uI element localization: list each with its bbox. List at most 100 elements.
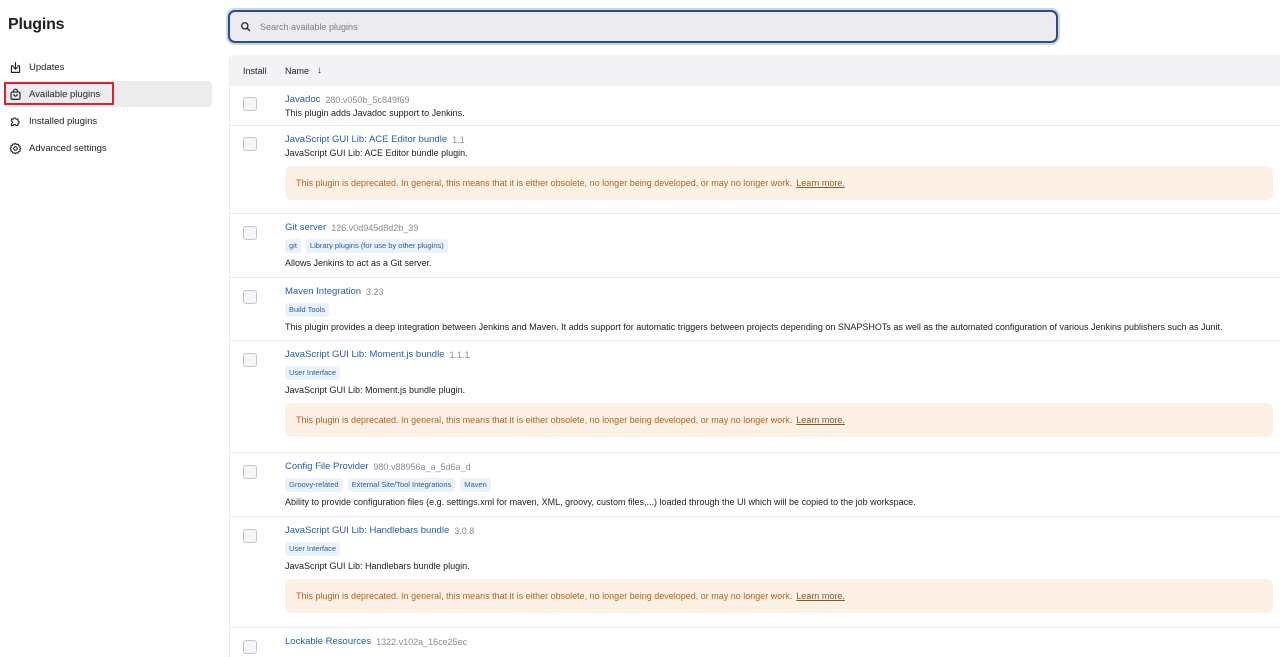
- sort-arrow-icon: ↓: [317, 65, 323, 76]
- plugin-description: Ability to provide configuration files (…: [285, 497, 916, 507]
- plugins-table: Install Name ↓ Javadoc 280.v050b_5c849f6…: [229, 55, 1280, 657]
- column-header-name[interactable]: Name ↓: [285, 65, 322, 76]
- plugin-version: 1322.v102a_16ce25ec: [376, 636, 468, 647]
- name-line: JavaScript GUI Lib: ACE Editor bundle 1.…: [285, 133, 1272, 146]
- table-row: JavaScript GUI Lib: Moment.js bundle 1.1…: [230, 341, 1280, 453]
- plugin-version: 1.1.1: [449, 349, 470, 360]
- plugin-description: JavaScript GUI Lib: Handlebars bundle pl…: [285, 561, 470, 571]
- tag-list: Build Tools: [285, 303, 1272, 317]
- name-line: JavaScript GUI Lib: Handlebars bundle 3.…: [285, 524, 1272, 537]
- plugin-name-link[interactable]: Javadoc: [285, 94, 320, 105]
- row-content: Config File Provider 980.v88956a_a_5d6a_…: [285, 460, 1272, 508]
- puzzle-icon: [9, 115, 22, 128]
- deprecation-warning: This plugin is deprecated. In general, t…: [285, 166, 1273, 200]
- row-content: Lockable Resources 1322.v102a_16ce25ec: [285, 635, 1272, 648]
- tag-library-plugins[interactable]: Library plugins (for use by other plugin…: [305, 239, 448, 253]
- tag-external-site-tool-integrations[interactable]: External Site/Tool Integrations: [347, 478, 456, 492]
- learn-more-link[interactable]: Learn more.: [796, 178, 845, 188]
- plugin-name-link[interactable]: Config File Provider: [285, 461, 368, 472]
- tag-git[interactable]: git: [285, 239, 301, 253]
- name-line: JavaScript GUI Lib: Moment.js bundle 1.1…: [285, 348, 1272, 361]
- row-content: JavaScript GUI Lib: Moment.js bundle 1.1…: [285, 348, 1273, 437]
- plugin-name-link[interactable]: Maven Integration: [285, 286, 361, 297]
- deprecation-text: This plugin is deprecated. In general, t…: [296, 415, 793, 425]
- search-icon: [240, 21, 251, 32]
- table-row: Lockable Resources 1322.v102a_16ce25ec: [230, 628, 1280, 657]
- plugin-version: 3.23: [366, 286, 384, 297]
- gear-icon: [9, 142, 22, 155]
- sidebar-item-advanced-settings[interactable]: Advanced settings: [4, 135, 212, 161]
- install-checkbox[interactable]: [243, 226, 257, 240]
- plugin-description: JavaScript GUI Lib: Moment.js bundle plu…: [285, 385, 466, 395]
- install-checkbox[interactable]: [243, 465, 257, 479]
- learn-more-link[interactable]: Learn more.: [796, 591, 845, 601]
- deprecation-text: This plugin is deprecated. In general, t…: [296, 591, 793, 601]
- learn-more-link[interactable]: Learn more.: [796, 415, 845, 425]
- tag-user-interface[interactable]: User Interface: [285, 366, 341, 380]
- plugin-version: 280.v050b_5c849f69: [325, 94, 410, 105]
- table-row: Javadoc 280.v050b_5c849f69 This plugin a…: [230, 86, 1280, 126]
- row-content: Git server 126.v0d945d8d2b_39 git Librar…: [285, 221, 1272, 269]
- plugin-version: 1.1: [452, 134, 465, 145]
- sidebar-item-label: Installed plugins: [29, 115, 98, 127]
- sidebar-item-label: Available plugins: [29, 88, 101, 100]
- plugin-version: 3.0.8: [454, 525, 475, 536]
- tag-build-tools[interactable]: Build Tools: [285, 303, 330, 317]
- table-row: Git server 126.v0d945d8d2b_39 git Librar…: [230, 214, 1280, 278]
- table-row: JavaScript GUI Lib: Handlebars bundle 3.…: [230, 517, 1280, 628]
- plugin-name-link[interactable]: JavaScript GUI Lib: Handlebars bundle: [285, 525, 449, 536]
- sidebar: Plugins Updates Available plugins Instal…: [0, 0, 222, 657]
- page-title: Plugins: [8, 16, 65, 33]
- tag-list: User Interface: [285, 542, 1272, 556]
- deprecation-warning: This plugin is deprecated. In general, t…: [285, 579, 1273, 613]
- install-checkbox[interactable]: [243, 640, 257, 654]
- deprecation-text: This plugin is deprecated. In general, t…: [296, 178, 793, 188]
- search-bar[interactable]: [228, 10, 1058, 43]
- install-checkbox[interactable]: [243, 529, 257, 543]
- plugin-name-link[interactable]: Lockable Resources: [285, 636, 371, 647]
- plugin-name-link[interactable]: Git server: [285, 222, 326, 233]
- plugin-description: This plugin adds Javadoc support to Jenk…: [285, 108, 465, 118]
- sidebar-item-installed-plugins[interactable]: Installed plugins: [4, 108, 212, 134]
- plugin-name-link[interactable]: JavaScript GUI Lib: ACE Editor bundle: [285, 134, 447, 145]
- sidebar-item-updates[interactable]: Updates: [4, 54, 212, 80]
- sidebar-nav: Updates Available plugins Installed plug…: [4, 54, 212, 162]
- column-header-install: Install: [243, 65, 267, 76]
- tag-list: User Interface: [285, 366, 1272, 380]
- plugin-name-link[interactable]: JavaScript GUI Lib: Moment.js bundle: [285, 349, 444, 360]
- name-line: Javadoc 280.v050b_5c849f69: [285, 93, 1272, 106]
- install-checkbox[interactable]: [243, 97, 257, 111]
- tag-list: git Library plugins (for use by other pl…: [285, 239, 1272, 253]
- table-header: Install Name ↓: [230, 55, 1280, 86]
- row-content: JavaScript GUI Lib: Handlebars bundle 3.…: [285, 524, 1273, 613]
- sidebar-item-label: Advanced settings: [29, 142, 107, 154]
- install-checkbox[interactable]: [243, 290, 257, 304]
- plugin-description: Allows Jenkins to act as a Git server.: [285, 258, 432, 268]
- name-line: Config File Provider 980.v88956a_a_5d6a_…: [285, 460, 1272, 473]
- table-row: Config File Provider 980.v88956a_a_5d6a_…: [230, 453, 1280, 517]
- download-icon: [9, 61, 22, 74]
- shopping-bag-icon: [9, 88, 22, 101]
- search-input[interactable]: [260, 21, 1020, 32]
- tag-user-interface[interactable]: User Interface: [285, 542, 341, 556]
- plugin-description: JavaScript GUI Lib: ACE Editor bundle pl…: [285, 148, 468, 158]
- table-row: Maven Integration 3.23 Build Tools This …: [230, 278, 1280, 341]
- tag-groovy-related[interactable]: Groovy-related: [285, 478, 343, 492]
- row-content: Maven Integration 3.23 Build Tools This …: [285, 285, 1272, 333]
- name-line: Git server 126.v0d945d8d2b_39: [285, 221, 1272, 234]
- deprecation-warning: This plugin is deprecated. In general, t…: [285, 403, 1273, 437]
- tag-maven[interactable]: Maven: [460, 478, 491, 492]
- name-line: Lockable Resources 1322.v102a_16ce25ec: [285, 635, 1272, 648]
- row-content: JavaScript GUI Lib: ACE Editor bundle 1.…: [285, 133, 1273, 200]
- plugin-version: 126.v0d945d8d2b_39: [331, 222, 419, 233]
- sidebar-item-label: Updates: [29, 61, 65, 73]
- install-checkbox[interactable]: [243, 137, 257, 151]
- table-row: JavaScript GUI Lib: ACE Editor bundle 1.…: [230, 126, 1280, 214]
- plugin-version: 980.v88956a_a_5d6a_d: [373, 461, 471, 472]
- sidebar-item-available-plugins[interactable]: Available plugins: [4, 81, 212, 107]
- name-line: Maven Integration 3.23: [285, 285, 1272, 298]
- install-checkbox[interactable]: [243, 353, 257, 367]
- plugin-description: This plugin provides a deep integration …: [285, 322, 1223, 332]
- tag-list: Groovy-related External Site/Tool Integr…: [285, 478, 1272, 492]
- column-header-name-label: Name: [285, 65, 310, 76]
